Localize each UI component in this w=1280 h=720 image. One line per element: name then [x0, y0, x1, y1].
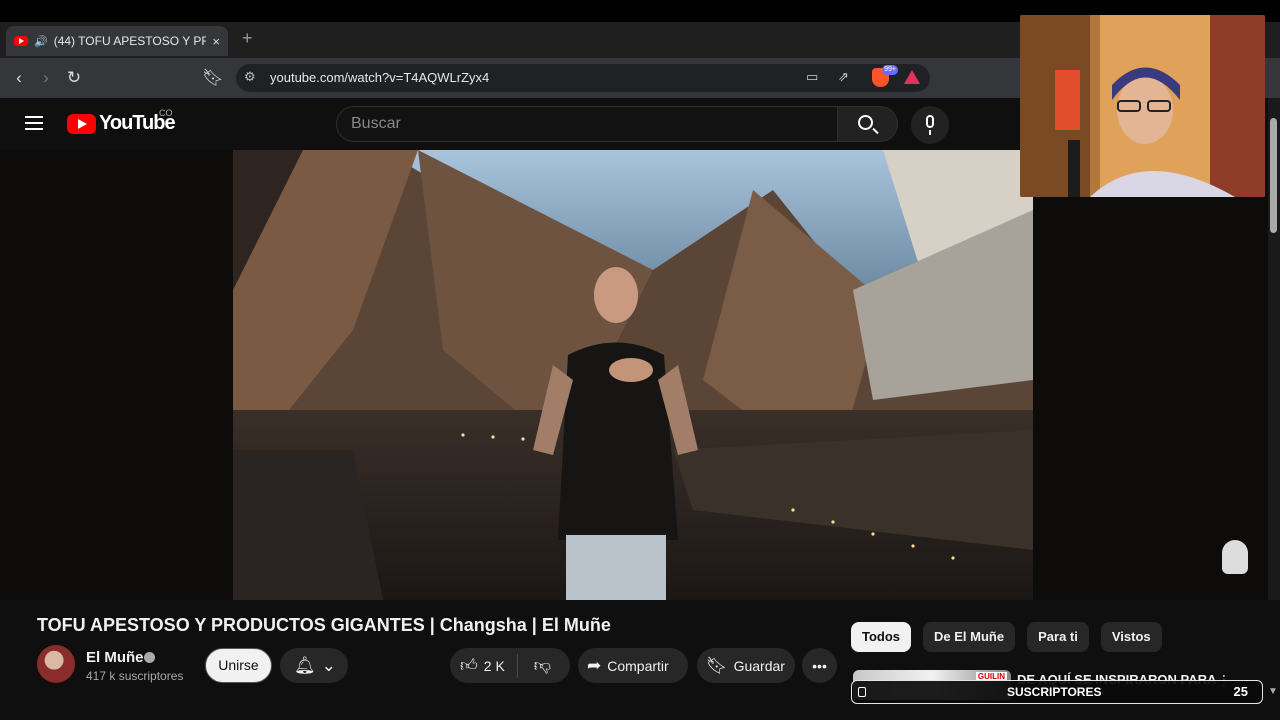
brave-rewards-icon[interactable]	[904, 70, 920, 84]
goal-label: SUSCRIPTORES	[1007, 685, 1102, 699]
channel-avatar[interactable]	[37, 645, 75, 683]
chip-vistos[interactable]: Vistos	[1100, 622, 1162, 652]
scrollbar-thumb[interactable]	[1270, 118, 1277, 233]
search-input[interactable]: Buscar	[336, 106, 838, 142]
speaker-icon[interactable]: 🔊	[34, 35, 48, 48]
scroll-down-icon[interactable]: ▼	[1268, 686, 1278, 697]
tab-title: (44) TOFU APESTOSO Y PRODUCTOS GIGANTES …	[53, 34, 207, 48]
brave-count-badge: 99+	[882, 65, 898, 75]
verified-icon	[144, 652, 155, 663]
back-icon[interactable]: ‹	[7, 66, 31, 90]
filter-chips: Todos De El Muñe Para ti Vistos	[851, 622, 1162, 652]
floating-avatar-icon	[1222, 540, 1248, 574]
share-arrow-icon: ➦	[587, 655, 602, 675]
chip-para-ti[interactable]: Para ti	[1027, 622, 1089, 652]
join-button[interactable]: Unirse	[205, 648, 272, 683]
url-text[interactable]: youtube.com/watch?v=T4AQWLrZyx4	[270, 70, 489, 85]
goal-count: 25	[1233, 684, 1248, 699]
bookmark-save-icon: 🔖︎	[706, 655, 728, 675]
subscriber-count: 417 k suscriptores	[86, 669, 184, 683]
video-player[interactable]	[233, 150, 1033, 600]
reload-icon[interactable]: ↻	[62, 66, 86, 90]
microphone-icon	[926, 115, 934, 135]
save-label: Guardar	[733, 657, 785, 674]
video-title: TOFU APESTOSO Y PRODUCTOS GIGANTES | Cha…	[37, 615, 611, 635]
bell-icon: 🔔︎	[294, 655, 316, 675]
hamburger-menu-icon[interactable]	[25, 116, 43, 130]
youtube-play-icon	[67, 113, 96, 134]
voice-search-button[interactable]	[911, 106, 949, 144]
browser-tab-youtube[interactable]: 🔊 (44) TOFU APESTOSO Y PRODUCTOS GIGANTE…	[6, 26, 228, 56]
search-icon	[858, 115, 873, 130]
forward-icon[interactable]: ›	[34, 66, 58, 90]
youtube-logo[interactable]: YouTube CO	[67, 108, 176, 135]
tab-close-icon[interactable]: ×	[212, 34, 220, 49]
streamer-webcam	[1020, 15, 1265, 197]
share-page-icon[interactable]: ⇗	[838, 69, 849, 85]
notifications-button[interactable]: 🔔︎ ⌄	[280, 648, 348, 683]
goal-marker-icon	[858, 687, 866, 697]
search-button[interactable]	[838, 106, 898, 142]
youtube-favicon-icon	[14, 36, 28, 46]
share-button[interactable]: ➦ Compartir	[578, 648, 688, 683]
like-count[interactable]: 2 K	[484, 658, 505, 674]
share-label: Compartir	[607, 657, 669, 674]
site-info-icon[interactable]: ⚙︎	[244, 69, 256, 85]
cast-icon[interactable]: ▭	[806, 69, 818, 85]
country-code: CO	[159, 108, 173, 118]
new-tab-button[interactable]: +	[242, 28, 253, 49]
save-button[interactable]: 🔖︎ Guardar	[697, 648, 795, 683]
address-bar[interactable]: ⚙︎ youtube.com/watch?v=T4AQWLrZyx4 ▭ ⇗ 9…	[236, 64, 930, 92]
more-actions-button[interactable]: •••	[802, 648, 837, 683]
chip-todos[interactable]: Todos	[851, 622, 912, 652]
subscriber-goal-bar: SUSCRIPTORES 25	[851, 680, 1263, 704]
like-divider	[516, 653, 518, 678]
chip-de-el-mune[interactable]: De El Muñe	[923, 622, 1016, 652]
channel-name[interactable]: El Muñe	[86, 649, 144, 666]
webcam-image	[1020, 15, 1265, 197]
more-dots-icon: •••	[812, 657, 827, 674]
bookmark-icon[interactable]: 🔖︎	[201, 66, 225, 90]
dislike-icon[interactable]: 👎︎	[534, 655, 551, 676]
video-frame-image	[233, 150, 1033, 600]
chevron-down-icon: ⌄	[321, 655, 336, 675]
like-dislike-group: 👍︎ 2 K 👎︎	[450, 648, 570, 683]
like-icon[interactable]: 👍︎	[460, 655, 478, 676]
